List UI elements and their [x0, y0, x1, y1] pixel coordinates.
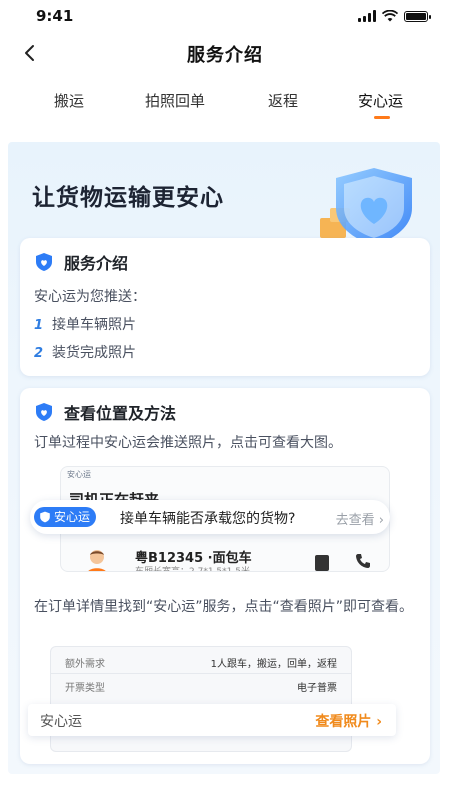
- service-intro-card: 服务介绍 安心运为您推送： 1 接单车辆照片 2 装货完成照片: [20, 238, 430, 376]
- badge-label: 安心运: [54, 510, 91, 524]
- item-number: 2: [34, 346, 44, 361]
- order-detail-mock: 额外需求 1人跟车，搬运，回单，返程 开票类型 电子普票: [50, 646, 352, 752]
- page-title: 服务介绍: [187, 45, 263, 66]
- location-method-title: 查看位置及方法: [64, 404, 177, 423]
- tab-bar: 搬运 拍照回单 返程 安心运: [0, 84, 450, 124]
- notice-text: 接单车辆能否承载您的货物?: [120, 511, 296, 527]
- driver-avatar: [88, 550, 106, 571]
- anxinyun-notice[interactable]: 安心运 接单车辆能否承载您的货物? 去查看 ›: [30, 500, 390, 534]
- wifi-icon: [382, 10, 398, 22]
- mock-spec: 车厢长宽高：2.7*1.5*1.5米: [135, 567, 250, 572]
- status-bar: 9:41: [0, 0, 450, 34]
- battery-icon: [404, 10, 431, 22]
- shield-icon: [36, 253, 52, 271]
- shield-icon: [36, 403, 52, 421]
- status-time: 9:41: [36, 7, 74, 25]
- item-label: 接单车辆照片: [52, 317, 136, 333]
- signal-icon: [358, 10, 376, 22]
- location-method-desc2: 在订单详情里找到“安心运”服务，点击“查看照片”即可查看。: [34, 599, 414, 615]
- hero-title: 让货物运输更安心: [32, 185, 224, 211]
- anxinyun-service-row[interactable]: 安心运 查看照片 ›: [28, 704, 396, 736]
- service-row-label: 安心运: [40, 714, 82, 730]
- service-item: 2 装货完成照片: [34, 342, 136, 362]
- detail-key: 额外需求: [65, 659, 105, 670]
- mock-tag: 安心运: [67, 470, 91, 479]
- tab-anxinyun[interactable]: 安心运: [358, 90, 403, 111]
- active-tab-indicator: [374, 116, 390, 119]
- service-intro-text: 安心运为您推送：: [34, 289, 146, 305]
- detail-key: 开票类型: [65, 683, 105, 694]
- shield-icon: [40, 511, 50, 523]
- go-view-link[interactable]: 去查看 ›: [336, 509, 384, 528]
- anxinyun-badge: 安心运: [34, 507, 97, 527]
- location-method-header: 查看位置及方法: [34, 400, 176, 424]
- tab-fancheng[interactable]: 返程: [268, 90, 298, 111]
- detail-value: 1人跟车，搬运，回单，返程: [210, 659, 337, 670]
- status-icons: [358, 10, 431, 22]
- service-intro-header: 服务介绍: [34, 250, 128, 274]
- document-icon: [315, 555, 329, 571]
- nav-bar: 服务介绍: [0, 34, 450, 74]
- tab-banyun[interactable]: 搬运: [54, 90, 84, 111]
- tab-paizhao-huidan[interactable]: 拍照回单: [145, 90, 205, 111]
- detail-divider: [51, 673, 351, 674]
- view-photos-link[interactable]: 查看照片 ›: [315, 711, 382, 731]
- location-method-desc: 订单过程中安心运会推送照片，点击可查看大图。: [34, 435, 342, 451]
- content-panel: 让货物运输更安心 服务介绍 安心运为您推送： 1 接单车辆照片 2 装货完成照片: [8, 142, 440, 774]
- item-label: 装货完成照片: [52, 345, 136, 361]
- service-intro-title: 服务介绍: [64, 254, 129, 273]
- item-number: 1: [34, 318, 44, 333]
- location-method-card: 查看位置及方法 订单过程中安心运会推送照片，点击可查看大图。 安心运 司机正在赶…: [20, 388, 430, 764]
- phone-icon: [356, 554, 370, 568]
- detail-value: 电子普票: [297, 683, 337, 694]
- service-item: 1 接单车辆照片: [34, 314, 136, 334]
